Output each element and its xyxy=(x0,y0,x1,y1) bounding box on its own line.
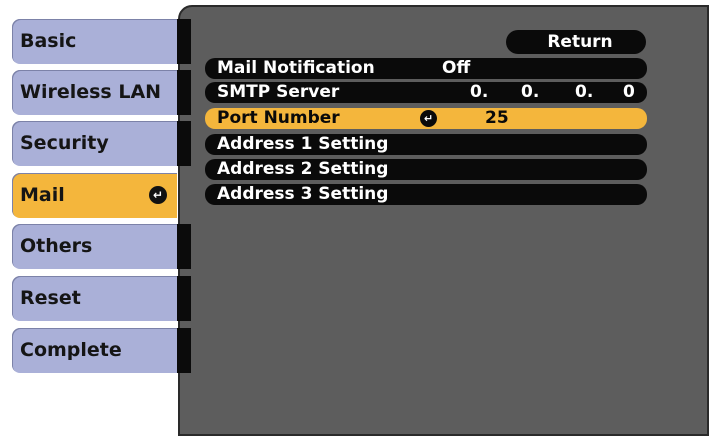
tab-connector xyxy=(177,328,191,373)
return-button[interactable]: Return xyxy=(506,30,646,54)
tab-basic[interactable]: Basic xyxy=(12,19,177,64)
tab-mail[interactable]: Mail ↵ xyxy=(12,173,177,218)
port-number-row[interactable]: Port Number ↵ 25 xyxy=(205,108,647,129)
tab-reset[interactable]: Reset xyxy=(12,276,177,321)
row-label: SMTP Server xyxy=(217,82,340,102)
tab-label: Reset xyxy=(20,287,81,309)
enter-icon: ↵ xyxy=(420,110,437,127)
row-label: Port Number xyxy=(217,108,340,128)
port-number-value: 25 xyxy=(485,108,509,128)
row-label: Address 1 Setting xyxy=(217,134,389,154)
tab-label: Security xyxy=(20,132,109,154)
tab-connector xyxy=(177,224,191,269)
settings-sidebar: Basic Wireless LAN Security Mail ↵ Other… xyxy=(0,0,190,436)
mail-notification-row[interactable]: Mail Notification Off xyxy=(205,58,647,79)
tab-security[interactable]: Security xyxy=(12,121,177,166)
address-2-setting-row[interactable]: Address 2 Setting xyxy=(205,159,647,180)
tab-others[interactable]: Others xyxy=(12,224,177,269)
ip-octet-3[interactable]: 0. xyxy=(575,82,593,103)
row-label: Address 3 Setting xyxy=(217,184,389,204)
tab-connector xyxy=(177,276,191,321)
ip-octet-2[interactable]: 0. xyxy=(521,82,539,103)
tab-connector xyxy=(177,121,191,166)
tab-complete[interactable]: Complete xyxy=(12,328,177,373)
mail-notification-value: Off xyxy=(442,58,471,78)
address-1-setting-row[interactable]: Address 1 Setting xyxy=(205,134,647,155)
tab-label: Mail xyxy=(20,184,65,206)
row-label: Address 2 Setting xyxy=(217,159,389,179)
tab-wireless-lan[interactable]: Wireless LAN xyxy=(12,70,177,115)
tab-label: Basic xyxy=(20,30,77,52)
tab-label: Others xyxy=(20,235,93,257)
row-label: Mail Notification xyxy=(217,58,375,78)
ip-octet-1[interactable]: 0. xyxy=(470,82,488,103)
tab-label: Complete xyxy=(20,339,122,361)
tab-connector xyxy=(177,19,191,64)
enter-icon: ↵ xyxy=(149,186,167,204)
tab-label: Wireless LAN xyxy=(20,81,162,103)
address-3-setting-row[interactable]: Address 3 Setting xyxy=(205,184,647,205)
ip-octet-4[interactable]: 0 xyxy=(623,82,635,103)
tab-connector xyxy=(177,70,191,115)
smtp-server-row[interactable]: SMTP Server 0. 0. 0. 0 xyxy=(205,82,647,103)
